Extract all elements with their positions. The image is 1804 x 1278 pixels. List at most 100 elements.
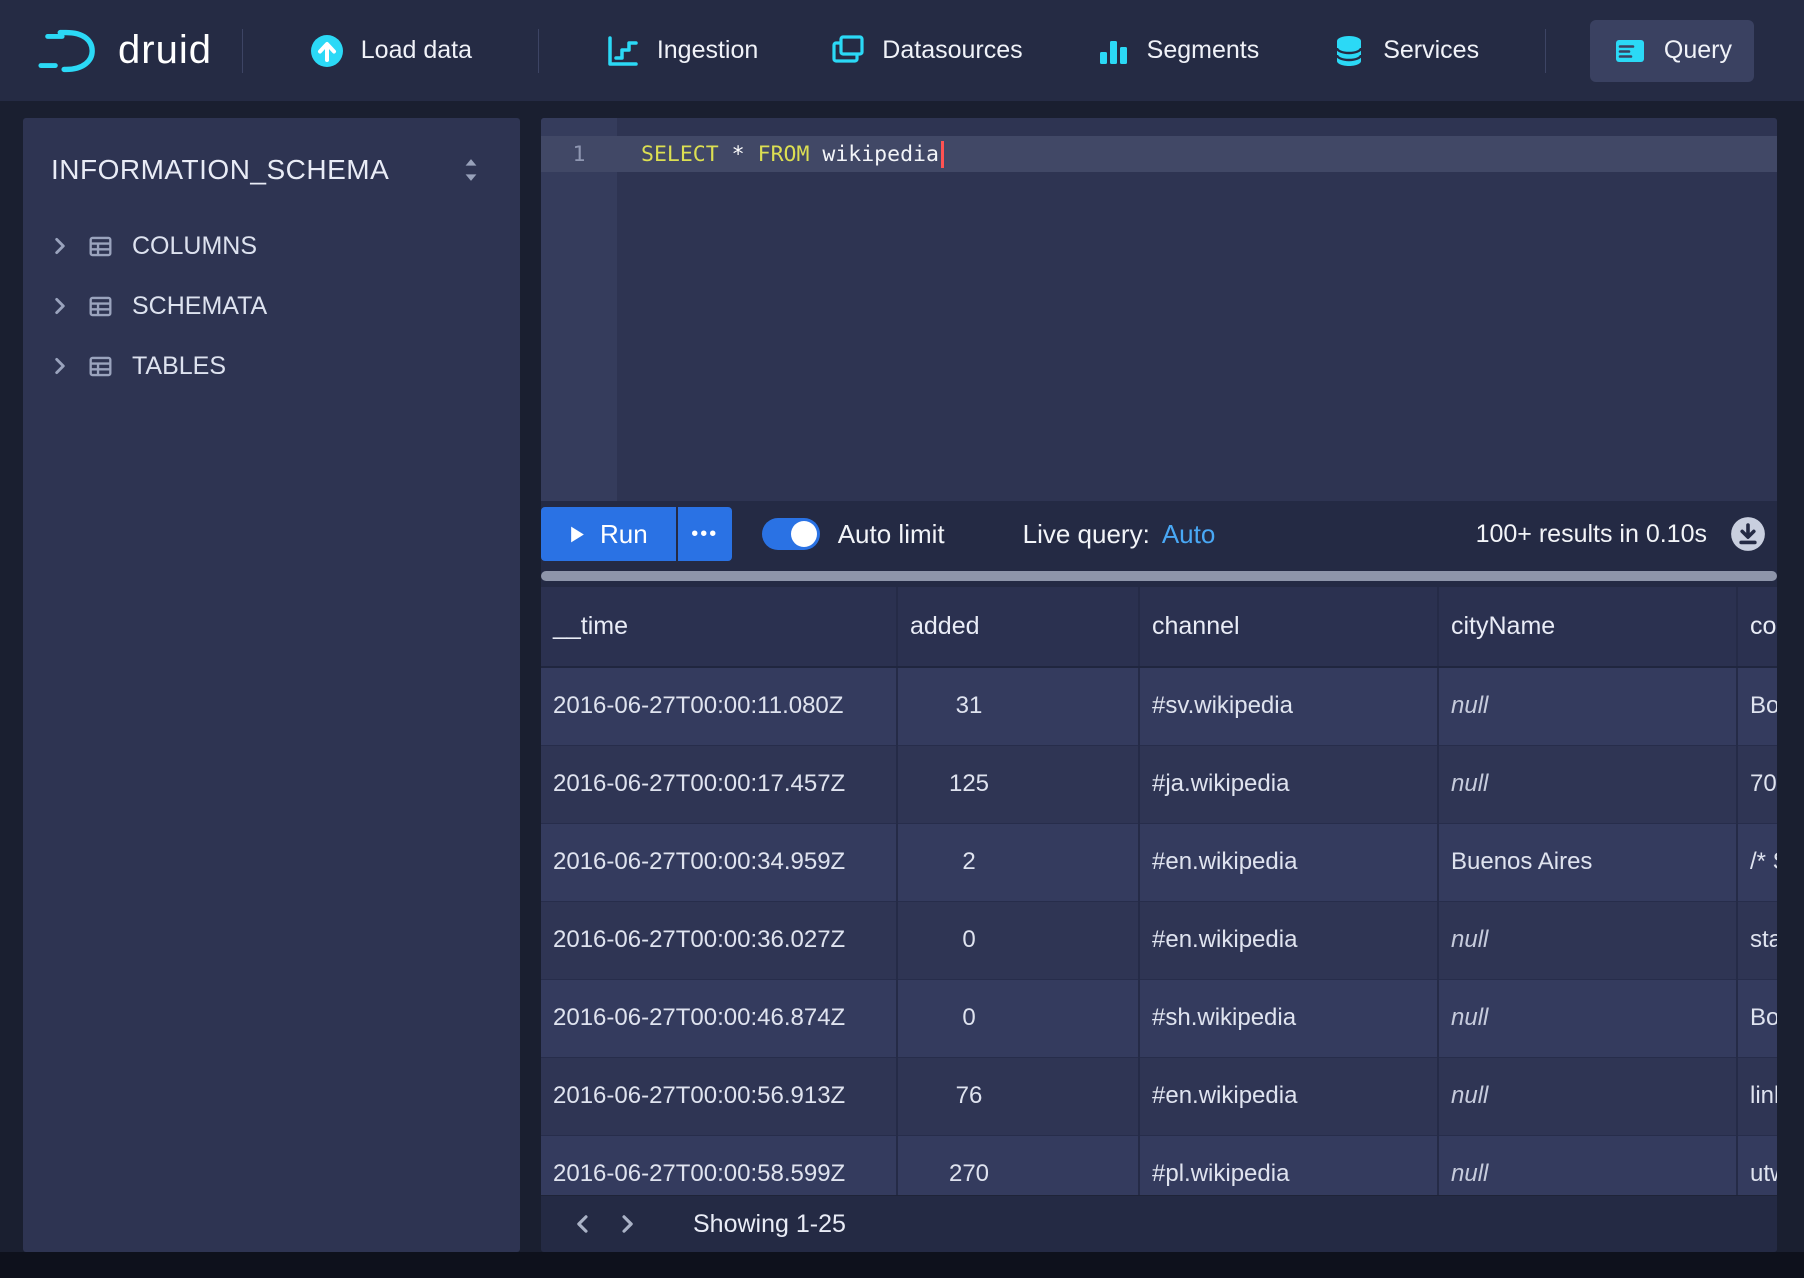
table-cell: Bo: [1737, 667, 1777, 745]
druid-brand[interactable]: druid: [36, 27, 212, 75]
sql-keyword: FROM: [758, 142, 810, 167]
table-cell: 125: [897, 745, 1139, 823]
run-label: Run: [600, 519, 648, 550]
chevron-right-icon: [49, 235, 71, 257]
download-button[interactable]: [1729, 515, 1767, 553]
sql-keyword: SELECT: [641, 142, 719, 167]
table-cell: 2016-06-27T00:00:58.599Z: [541, 1135, 897, 1195]
query-view: 1 SELECT * FROM wikipedia Run ••• Auto limi…: [541, 118, 1777, 1252]
table-row: 2016-06-27T00:00:46.874Z0#sh.wikipedianu…: [541, 979, 1777, 1057]
line-number: 1: [541, 142, 617, 167]
nav-item-label: Query: [1664, 36, 1732, 65]
table-cell: 76: [897, 1057, 1139, 1135]
nav-divider: [538, 29, 539, 73]
table-cell: null: [1438, 667, 1737, 745]
datasources-icon: [830, 33, 866, 69]
editor-gutter: [541, 118, 617, 501]
column-header[interactable]: added: [897, 587, 1139, 667]
table-row: 2016-06-27T00:00:34.959Z2#en.wikipediaBu…: [541, 823, 1777, 901]
sql-operator: *: [732, 142, 745, 167]
live-query-label: Live query:: [1023, 519, 1150, 550]
nav-item-label: Load data: [361, 36, 472, 65]
table-cell: utw: [1737, 1135, 1777, 1195]
sql-editor[interactable]: 1 SELECT * FROM wikipedia: [541, 118, 1777, 501]
sidebar-item-columns[interactable]: COLUMNS: [23, 216, 520, 276]
results-info: 100+ results in 0.10s: [1476, 520, 1707, 549]
column-header[interactable]: co: [1737, 587, 1777, 667]
code-line: 1 SELECT * FROM wikipedia: [541, 136, 1777, 172]
table-cell: 31: [897, 667, 1139, 745]
table-cell: linl: [1737, 1057, 1777, 1135]
play-icon: [569, 525, 586, 544]
bottom-strip: [0, 1252, 1804, 1278]
sql-code: SELECT * FROM wikipedia: [641, 141, 944, 168]
sql-identifier: wikipedia: [822, 142, 939, 167]
table-cell: #pl.wikipedia: [1139, 1135, 1438, 1195]
nav-item-services[interactable]: Services: [1309, 20, 1501, 82]
column-header[interactable]: __time: [541, 587, 897, 667]
tree-item-label: TABLES: [132, 352, 226, 381]
query-toolbar: Run ••• Auto limit Live query: Auto 100+…: [541, 501, 1777, 567]
auto-limit-toggle[interactable]: [762, 518, 820, 550]
table-row: 2016-06-27T00:00:56.913Z76#en.wikipedian…: [541, 1057, 1777, 1135]
double-caret-vertical-icon[interactable]: [460, 157, 482, 183]
sidebar-item-schemata[interactable]: SCHEMATA: [23, 276, 520, 336]
live-query-value[interactable]: Auto: [1162, 519, 1216, 550]
ingestion-icon: [605, 33, 641, 69]
tree-item-label: COLUMNS: [132, 232, 257, 261]
table-cell: 0: [897, 901, 1139, 979]
table-cell: #en.wikipedia: [1139, 1057, 1438, 1135]
column-header[interactable]: channel: [1139, 587, 1438, 667]
segments-icon: [1095, 33, 1131, 69]
prev-page-button[interactable]: [561, 1202, 605, 1246]
table-cell: 2016-06-27T00:00:34.959Z: [541, 823, 897, 901]
horizontal-scrollbar[interactable]: [541, 571, 1777, 581]
table-cell: null: [1438, 1135, 1737, 1195]
column-header[interactable]: cityName: [1438, 587, 1737, 667]
table-cell: 70:: [1737, 745, 1777, 823]
table-cell: sta: [1737, 901, 1777, 979]
sidebar-item-tables[interactable]: TABLES: [23, 336, 520, 396]
top-navbar: druid Load data Ingestion Datasou: [0, 0, 1804, 101]
table-cell: 2: [897, 823, 1139, 901]
more-options-button[interactable]: •••: [678, 507, 732, 561]
brand-name: druid: [118, 28, 212, 73]
table-cell: null: [1438, 901, 1737, 979]
schema-header: INFORMATION_SCHEMA: [23, 118, 520, 208]
nav-divider: [1545, 29, 1546, 73]
tree-item-label: SCHEMATA: [132, 292, 267, 321]
nav-item-datasources[interactable]: Datasources: [808, 20, 1044, 82]
table-cell: null: [1438, 1057, 1737, 1135]
run-button[interactable]: Run: [541, 507, 676, 561]
query-icon: [1612, 33, 1648, 69]
auto-limit-label: Auto limit: [838, 519, 945, 550]
druid-logo-icon: [36, 27, 98, 75]
nav-item-ingestion[interactable]: Ingestion: [583, 20, 780, 82]
nav-item-label: Ingestion: [657, 36, 758, 65]
table-cell: null: [1438, 979, 1737, 1057]
table-cell: 2016-06-27T00:00:46.874Z: [541, 979, 897, 1057]
nav-item-query[interactable]: Query: [1590, 20, 1754, 82]
table-cell: 270: [897, 1135, 1139, 1195]
services-icon: [1331, 33, 1367, 69]
load-data-icon: [309, 33, 345, 69]
pagination-footer: Showing 1-25: [541, 1195, 1777, 1252]
table-row: 2016-06-27T00:00:58.599Z270#pl.wikipedia…: [541, 1135, 1777, 1195]
table-cell: Bo: [1737, 979, 1777, 1057]
table-cell: 2016-06-27T00:00:36.027Z: [541, 901, 897, 979]
table-row: 2016-06-27T00:00:17.457Z125#ja.wikipedia…: [541, 745, 1777, 823]
table-cell: #en.wikipedia: [1139, 901, 1438, 979]
results-tbody: 2016-06-27T00:00:11.080Z31#sv.wikipedian…: [541, 667, 1777, 1195]
nav-item-segments[interactable]: Segments: [1073, 20, 1282, 82]
table-cell: Buenos Aires: [1438, 823, 1737, 901]
chevron-right-icon: [49, 355, 71, 377]
nav-item-label: Datasources: [882, 36, 1022, 65]
header-row: __timeaddedchannelcityNameco: [541, 587, 1777, 667]
next-page-button[interactable]: [605, 1202, 649, 1246]
table-cell: #sh.wikipedia: [1139, 979, 1438, 1057]
table-cell: #sv.wikipedia: [1139, 667, 1438, 745]
schema-panel: INFORMATION_SCHEMA COLUMNS: [23, 118, 520, 1252]
nav-divider: [242, 29, 243, 73]
nav-item-load-data[interactable]: Load data: [287, 20, 494, 82]
table-grid-icon: [87, 353, 114, 380]
